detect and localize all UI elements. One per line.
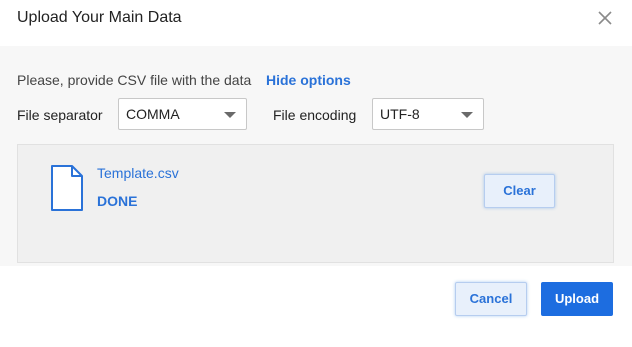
dialog-title: Upload Your Main Data: [17, 9, 182, 26]
hide-options-link[interactable]: Hide options: [266, 72, 351, 88]
dialog-header: Upload Your Main Data: [0, 0, 632, 46]
file-encoding-select[interactable]: UTF-8: [372, 98, 484, 130]
file-drop-panel[interactable]: Template.csv DONE Clear: [17, 144, 614, 263]
clear-button[interactable]: Clear: [484, 174, 555, 208]
close-button[interactable]: [596, 9, 614, 27]
chevron-down-icon: [224, 112, 236, 118]
file-encoding-label: File encoding: [273, 107, 357, 123]
file-encoding-value: UTF-8: [380, 106, 420, 122]
file-name-link[interactable]: Template.csv: [97, 165, 179, 181]
upload-button[interactable]: Upload: [541, 282, 613, 316]
upload-dialog: Upload Your Main Data Please, provide CS…: [0, 0, 632, 347]
chevron-down-icon: [461, 112, 473, 118]
file-separator-label: File separator: [17, 107, 103, 123]
file-status: DONE: [97, 193, 138, 209]
file-icon: [51, 165, 83, 211]
upload-prompt: Please, provide CSV file with the data: [17, 72, 252, 88]
close-icon: [598, 11, 612, 25]
cancel-button[interactable]: Cancel: [455, 282, 527, 316]
file-separator-select[interactable]: COMMA: [118, 98, 247, 130]
file-separator-value: COMMA: [126, 106, 180, 122]
